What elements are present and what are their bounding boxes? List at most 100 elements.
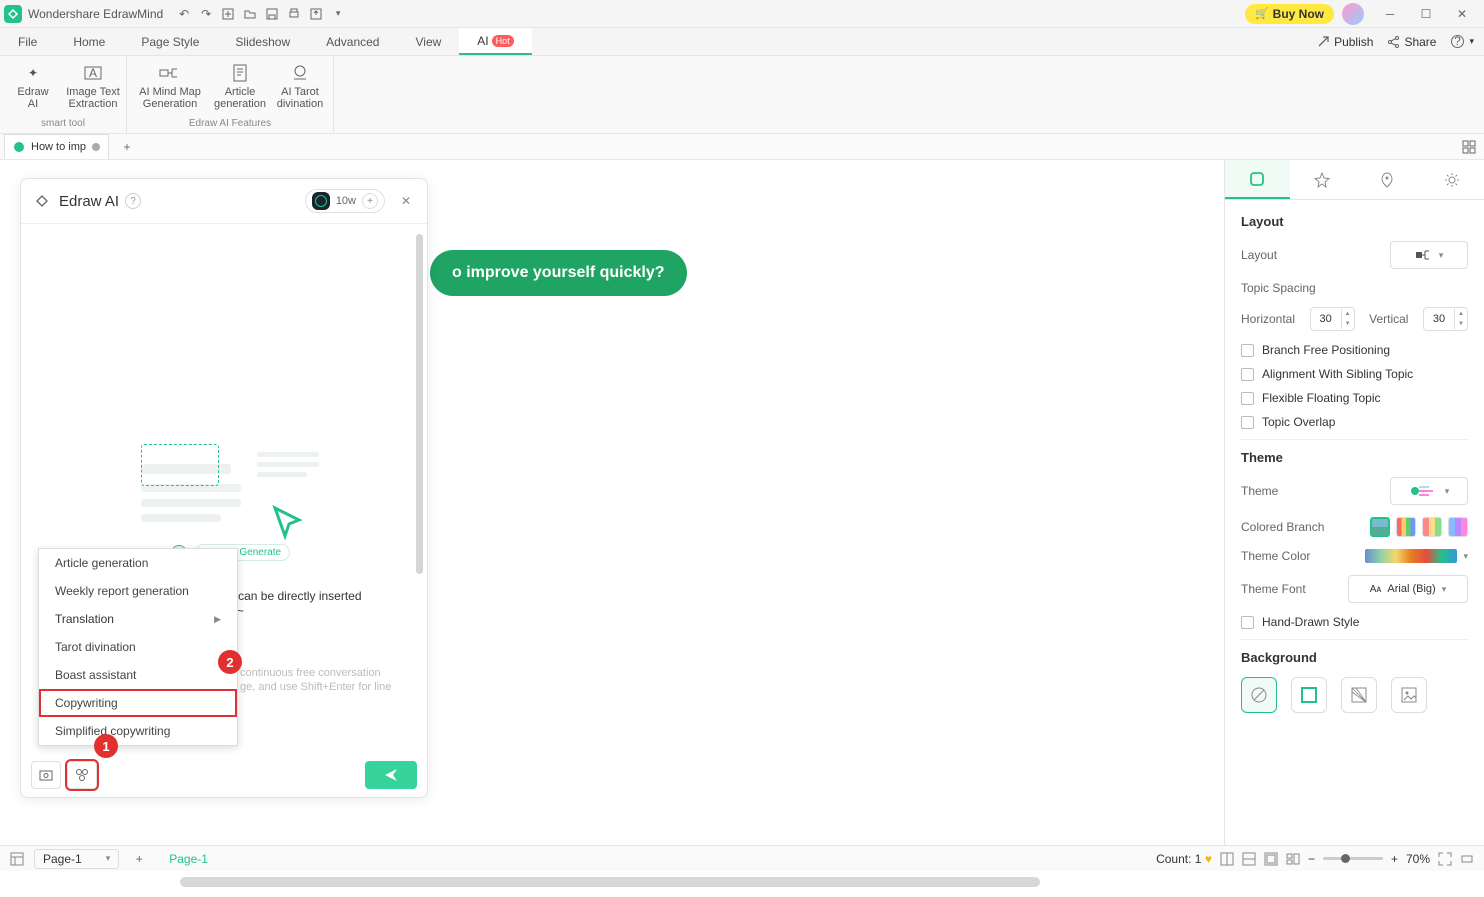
rp-tab-settings[interactable]	[1419, 160, 1484, 199]
export-icon[interactable]	[306, 4, 326, 24]
tarot-icon	[289, 62, 311, 84]
image-text-button[interactable]: AImage Text Extraction	[64, 60, 122, 110]
cursor-icon	[271, 504, 307, 540]
menu-advanced[interactable]: Advanced	[308, 28, 397, 55]
rp-tab-icons[interactable]	[1355, 160, 1420, 199]
new-tab-button[interactable]: +	[115, 135, 139, 159]
fullscreen-icon[interactable]	[1438, 852, 1452, 866]
page-tab[interactable]: Page-1	[159, 852, 218, 866]
hand-drawn-check[interactable]: Hand-Drawn Style	[1241, 615, 1468, 629]
menu-item-translation[interactable]: Translation▶	[39, 605, 237, 633]
help-icon[interactable]: ?	[125, 193, 141, 209]
checkbox-icon	[1241, 368, 1254, 381]
menu-slideshow[interactable]: Slideshow	[217, 28, 308, 55]
theme-font-select[interactable]: AᴀArial (Big)▾	[1348, 575, 1468, 603]
screenshot-icon[interactable]	[31, 761, 61, 789]
edraw-ai-label: Edraw AI	[17, 86, 48, 110]
rp-tab-layout[interactable]	[1225, 160, 1290, 199]
ai-tools-icon[interactable]	[67, 761, 97, 789]
view-mode-2-icon[interactable]	[1242, 852, 1256, 866]
close-panel-icon[interactable]: ✕	[397, 192, 415, 210]
plus-icon[interactable]: +	[362, 193, 378, 209]
ai-credits[interactable]: 10w +	[305, 189, 385, 213]
view-mode-1-icon[interactable]	[1220, 852, 1234, 866]
canvas[interactable]: o improve yourself quickly? Edraw AI ? 1…	[0, 160, 1224, 871]
horizontal-input[interactable]	[1311, 313, 1341, 325]
bg-none[interactable]	[1241, 677, 1277, 713]
hscroll-track[interactable]	[180, 877, 1040, 887]
swatch-1[interactable]	[1370, 517, 1390, 537]
flexible-check[interactable]: Flexible Floating Topic	[1241, 391, 1468, 405]
zoom-in-icon[interactable]: +	[1391, 852, 1398, 866]
align-sibling-check[interactable]: Alignment With Sibling Topic	[1241, 367, 1468, 381]
hscroll-thumb[interactable]	[180, 877, 1040, 887]
zoom-out-icon[interactable]: −	[1308, 852, 1315, 866]
overlap-check[interactable]: Topic Overlap	[1241, 415, 1468, 429]
swatch-2[interactable]	[1396, 517, 1416, 537]
collapse-icon[interactable]	[1460, 852, 1474, 866]
bg-image[interactable]	[1391, 677, 1427, 713]
minimize-button[interactable]: ─	[1372, 2, 1408, 26]
publish-label: Publish	[1334, 35, 1373, 49]
layout-select[interactable]: ▾	[1390, 241, 1468, 269]
chevron-down-icon: ▾	[1445, 486, 1450, 497]
user-avatar[interactable]	[1342, 3, 1364, 25]
share-button[interactable]: Share	[1387, 35, 1436, 49]
close-button[interactable]: ✕	[1444, 2, 1480, 26]
horizontal-stepper[interactable]: ▲▼	[1310, 307, 1355, 331]
doc-icon	[13, 141, 25, 153]
zoom-slider[interactable]	[1323, 857, 1383, 860]
menu-file[interactable]: File	[0, 28, 55, 55]
dropdown-icon[interactable]: ▾	[328, 4, 348, 24]
menu-home[interactable]: Home	[55, 28, 123, 55]
menu-ai-label: AI	[477, 34, 488, 48]
menu-page-style[interactable]: Page Style	[123, 28, 217, 55]
image-text-icon: A	[82, 62, 104, 84]
menu-item-boast[interactable]: Boast assistant	[39, 661, 237, 689]
outline-icon[interactable]	[10, 852, 24, 866]
bg-solid[interactable]	[1291, 677, 1327, 713]
menu-ai[interactable]: AIHot	[459, 28, 531, 55]
menu-item-weekly[interactable]: Weekly report generation	[39, 577, 237, 605]
chevron-down-icon[interactable]: ▾	[1463, 551, 1468, 562]
scrollbar[interactable]	[416, 234, 423, 574]
menu-item-tarot[interactable]: Tarot divination	[39, 633, 237, 661]
menu-view[interactable]: View	[397, 28, 459, 55]
document-tab[interactable]: How to imp	[4, 134, 109, 159]
swatch-4[interactable]	[1448, 517, 1468, 537]
branch-free-check[interactable]: Branch Free Positioning	[1241, 343, 1468, 357]
article-gen-button[interactable]: Article generation	[211, 60, 269, 110]
view-mode-3-icon[interactable]	[1264, 852, 1278, 866]
undo-icon[interactable]: ↶	[174, 4, 194, 24]
image-text-label: Image Text Extraction	[66, 86, 120, 110]
tarot-button[interactable]: AI Tarot divination	[271, 60, 329, 110]
help-button[interactable]: ?▾	[1450, 34, 1474, 49]
save-icon[interactable]	[262, 4, 282, 24]
hand-drawn-label: Hand-Drawn Style	[1262, 615, 1359, 629]
new-icon[interactable]	[218, 4, 238, 24]
page-selector[interactable]: Page-1▾	[34, 849, 119, 869]
add-page-button[interactable]: +	[129, 849, 149, 869]
panel-toggle-icon[interactable]	[1460, 138, 1478, 156]
bg-pattern[interactable]	[1341, 677, 1377, 713]
vertical-stepper[interactable]: ▲▼	[1423, 307, 1468, 331]
redo-icon[interactable]: ↷	[196, 4, 216, 24]
mindmap-gen-button[interactable]: AI Mind Map Generation	[131, 60, 209, 110]
theme-color-bar[interactable]	[1365, 549, 1457, 563]
print-icon[interactable]	[284, 4, 304, 24]
view-mode-4-icon[interactable]	[1286, 852, 1300, 866]
open-icon[interactable]	[240, 4, 260, 24]
menu-item-copywriting[interactable]: Copywriting	[39, 689, 237, 717]
maximize-button[interactable]: ☐	[1408, 2, 1444, 26]
rp-tab-style[interactable]	[1290, 160, 1355, 199]
menu-item-article[interactable]: Article generation	[39, 549, 237, 577]
menu-item-simplified[interactable]: Simplified copywriting	[39, 717, 237, 745]
buy-now-button[interactable]: 🛒 Buy Now	[1245, 4, 1334, 24]
theme-select[interactable]: ▾	[1390, 477, 1468, 505]
swatch-3[interactable]	[1422, 517, 1442, 537]
mindmap-root-node[interactable]: o improve yourself quickly?	[430, 250, 687, 296]
edraw-ai-button[interactable]: ✦Edraw AI	[4, 60, 62, 110]
publish-button[interactable]: Publish	[1317, 35, 1373, 49]
vertical-input[interactable]	[1424, 313, 1454, 325]
send-button[interactable]	[365, 761, 417, 789]
